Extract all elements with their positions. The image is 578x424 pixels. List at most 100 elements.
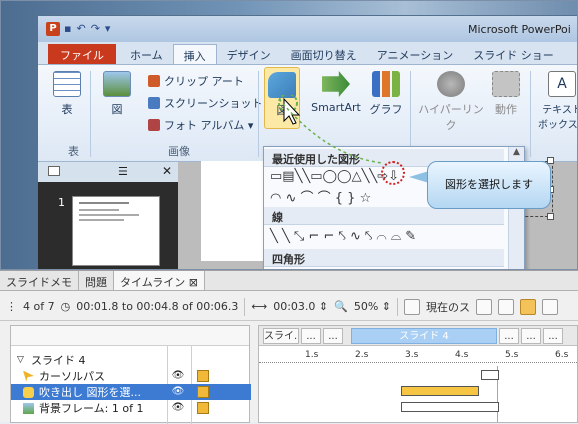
timeline-tracks: スライ... ... ... スライド 4 ... ... ... 1.s 2.… — [258, 325, 578, 423]
distribute-icon[interactable] — [498, 298, 514, 315]
slide-cell[interactable]: ... — [543, 328, 563, 344]
tab-file[interactable]: ファイル — [48, 44, 116, 64]
redo-icon[interactable]: ↷ — [91, 22, 100, 36]
tree-group-slide[interactable]: ▽ スライド 4 — [11, 352, 251, 368]
action-button[interactable]: 動作 — [488, 71, 524, 117]
tree-header — [11, 326, 249, 346]
ruler-tick-label: 1.s — [305, 350, 319, 360]
photo-album-icon — [148, 119, 160, 131]
tab-home[interactable]: ホーム — [120, 44, 173, 64]
group-label-table: 表 — [68, 145, 79, 158]
prev-slide-icon[interactable]: ⋮ — [6, 300, 17, 313]
outline-tab-icon[interactable]: ☰ — [118, 165, 128, 178]
screenshot-icon — [148, 97, 160, 109]
recent-shapes-row-2[interactable]: ◠ ∿ ⌒ ⌒ { } ☆ — [270, 187, 371, 206]
tree-row-cursor-path[interactable]: カーソルパス 👁 — [11, 368, 251, 384]
action-icon — [492, 71, 520, 97]
slide-cell[interactable]: スライ... — [263, 328, 299, 344]
powerpoint-app-icon[interactable]: P — [46, 22, 60, 36]
tab-timeline[interactable]: タイムライン ⊠ — [114, 271, 205, 290]
powerpoint-screenshot: P ▪ ↶ ↷ ▾ Microsoft PowerPoi ファイル ホーム 挿入… — [0, 0, 578, 270]
group-divider — [530, 71, 531, 157]
recent-shapes-row[interactable]: ▭▤╲╲▭◯◯△╲╲⇨⇩ — [270, 169, 399, 184]
slide-cell[interactable]: ... — [323, 328, 343, 344]
picture-button[interactable]: 図 — [100, 71, 134, 117]
undo-icon[interactable]: ↶ — [76, 22, 85, 36]
link-icon[interactable] — [542, 298, 558, 315]
lock-icon[interactable] — [197, 402, 209, 414]
textbox-icon: A — [548, 71, 576, 97]
cursor-path-icon — [23, 370, 34, 382]
textbox-button[interactable]: A テキスト ボックス ▾ — [536, 71, 577, 131]
photo-album-button[interactable]: フォト アルバム ▾ — [148, 117, 253, 133]
zoom-spinner[interactable]: 50% ⇕ — [354, 300, 391, 313]
tab-design[interactable]: デザイン — [217, 44, 281, 64]
chart-icon — [372, 71, 400, 97]
tab-animations[interactable]: アニメーション — [367, 44, 464, 64]
line-shapes-row[interactable]: ╲ ╲ ⤡ ⌐ ⌐ ⤣ ∿ ⤣ ⌒ ⌓ ✎ — [270, 229, 416, 244]
timeline-panel: スライドメモ 問題 タイムライン ⊠ ⋮ 4 of 7 ◷ 00:01.8 to… — [0, 270, 578, 424]
timeline-toolbar: ⋮ 4 of 7 ◷ 00:01.8 to 00:04.8 of 00:06.3… — [0, 293, 578, 321]
ruler-tick-label: 6.s — [555, 350, 569, 360]
tree-row-callout[interactable]: 吹き出し 図形を選... 👁 — [11, 384, 251, 400]
hyperlink-button[interactable]: ハイパーリンク — [416, 71, 486, 133]
clipart-icon — [148, 75, 160, 87]
quick-access-toolbar: ▪ ↶ ↷ ▾ — [64, 22, 110, 36]
lock-icon[interactable] — [197, 386, 209, 398]
globe-icon — [437, 71, 465, 97]
slide-cell[interactable]: ... — [499, 328, 519, 344]
align-icon[interactable] — [476, 298, 492, 315]
insert-marker-icon[interactable] — [520, 298, 536, 315]
slide-number: 1 — [58, 196, 65, 209]
tab-slideshow[interactable]: スライド ショー — [463, 44, 564, 64]
tab-slide-notes[interactable]: スライドメモ — [0, 271, 79, 290]
visibility-eye-icon[interactable]: 👁 — [171, 386, 185, 398]
pointer-path-line — [278, 98, 384, 164]
close-icon[interactable]: ✕ — [162, 164, 172, 178]
visibility-eye-icon[interactable]: 👁 — [171, 402, 185, 414]
ruler-tick-label: 5.s — [505, 350, 519, 360]
group-divider — [410, 71, 411, 157]
customize-icon[interactable]: ▾ — [105, 22, 111, 36]
resize-handle[interactable] — [547, 213, 554, 220]
slide-cell[interactable]: ... — [301, 328, 321, 344]
cursor-path-bar[interactable] — [481, 370, 499, 380]
collapse-icon[interactable]: ▽ — [17, 355, 24, 365]
screenshot-button[interactable]: スクリーンショット ▾ — [148, 95, 271, 111]
ruler-tick-label: 2.s — [355, 350, 369, 360]
slides-tab-icon[interactable] — [48, 166, 60, 176]
tab-transitions[interactable]: 画面切り替え — [281, 44, 367, 64]
tree-group-label: スライド 4 — [31, 354, 86, 367]
callout-bar[interactable] — [401, 386, 479, 396]
object-tree: ▽ スライド 4 カーソルパス 👁 吹き出し 図形を選... 👁 背景フレーム:… — [10, 325, 251, 424]
slide-cell-current[interactable]: スライド 4 — [351, 328, 497, 344]
background-frame-icon — [23, 402, 34, 414]
slide-thumbnail[interactable] — [72, 196, 160, 266]
tab-insert[interactable]: 挿入 — [172, 44, 217, 64]
group-divider — [258, 71, 259, 157]
duration-spinner[interactable]: 00:03.0 ⇕ — [273, 300, 328, 313]
table-button[interactable]: 表 — [50, 71, 84, 117]
picture-icon — [103, 71, 131, 97]
callout-bubble[interactable]: 図形を選択します — [427, 161, 551, 209]
scroll-up-icon[interactable]: ▲ — [509, 147, 524, 157]
thumb-line — [79, 209, 119, 211]
save-icon[interactable]: ▪ — [64, 22, 71, 36]
group-divider — [90, 71, 91, 157]
background-frame-bar[interactable] — [401, 402, 499, 412]
slide-strip: スライ... ... ... スライド 4 ... ... ... — [259, 326, 577, 346]
slide-cell[interactable]: ... — [521, 328, 541, 344]
ruler-tick-label: 3.s — [405, 350, 419, 360]
toolbar-separator — [244, 297, 246, 316]
visibility-eye-icon[interactable]: 👁 — [171, 370, 185, 382]
lock-icon[interactable] — [197, 370, 209, 382]
current-slide-icon[interactable] — [404, 298, 420, 315]
current-slide-label[interactable]: 現在のス — [426, 299, 470, 315]
callout-tail — [409, 171, 429, 183]
time-ruler: 1.s 2.s 3.s 4.s 5.s 6.s — [259, 346, 577, 366]
zoom-icon: 🔍 — [334, 300, 348, 313]
tab-issues[interactable]: 問題 — [79, 271, 114, 290]
tree-row-background[interactable]: 背景フレーム: 1 of 1 👁 — [11, 400, 251, 416]
thumb-line — [79, 202, 129, 204]
clipart-button[interactable]: クリップ アート — [148, 73, 244, 89]
